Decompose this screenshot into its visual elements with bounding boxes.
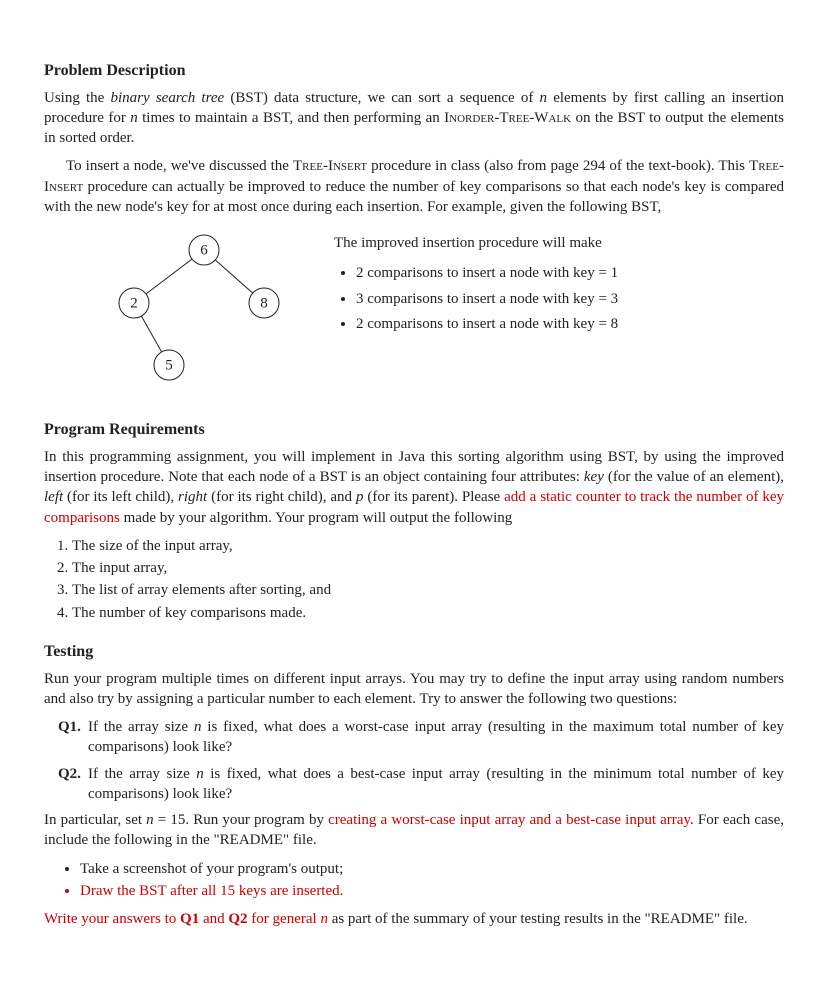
text: In particular, set — [44, 812, 146, 828]
var-n: n — [320, 911, 328, 927]
text: (for its left child), — [63, 489, 178, 505]
question-q1: Q1. If the array size n is fixed, what d… — [58, 717, 784, 758]
node-8-label: 8 — [260, 296, 268, 312]
testing-red-worst-best: creating a worst-case input array and a … — [328, 812, 690, 828]
testing-bullet-1: Take a screenshot of your program's outp… — [80, 859, 784, 879]
text: times to maintain a BST, and then perfor… — [138, 110, 444, 126]
ref-q2: Q2 — [228, 911, 247, 927]
bst-side-text: The improved insertion procedure will ma… — [324, 225, 784, 339]
bst-example-row: 6 2 8 5 The improved insertion procedure… — [44, 225, 784, 401]
q1-label: Q1. — [58, 717, 88, 737]
section-problem-description: Problem Description — [44, 60, 784, 82]
section-program-requirements: Program Requirements — [44, 419, 784, 441]
reqs-li-3: The list of array elements after sorting… — [72, 580, 784, 600]
testing-readme-list: Take a screenshot of your program's outp… — [80, 859, 784, 902]
reqs-output-list: The size of the input array, The input a… — [72, 536, 784, 623]
text: If the array size — [88, 719, 194, 735]
var-n: n — [196, 766, 204, 782]
q2-label: Q2. — [58, 764, 88, 784]
term-binary-search-tree: binary search tree — [111, 90, 225, 106]
testing-intro: Run your program multiple times on diffe… — [44, 669, 784, 710]
node-6-label: 6 — [200, 243, 208, 259]
bst-bullet-3: 2 comparisons to insert a node with key … — [356, 314, 784, 334]
attr-right: right — [178, 489, 207, 505]
text: To insert a node, we've discussed the — [66, 158, 293, 174]
text: for general — [248, 911, 321, 927]
section-testing: Testing — [44, 641, 784, 663]
text: Using the — [44, 90, 111, 106]
text: = 15. Run your program by — [154, 812, 328, 828]
desc-paragraph-2: To insert a node, we've discussed the Tr… — [44, 156, 784, 217]
text: (for its parent). Please — [363, 489, 504, 505]
reqs-paragraph: In this programming assignment, you will… — [44, 447, 784, 528]
attr-key: key — [584, 469, 604, 485]
reqs-li-4: The number of key comparisons made. — [72, 603, 784, 623]
bst-bullet-1: 2 comparisons to insert a node with key … — [356, 263, 784, 283]
text: If the array size — [88, 766, 196, 782]
proc-tree-insert: Tree-Insert — [293, 158, 367, 174]
reqs-li-1: The size of the input array, — [72, 536, 784, 556]
bst-bullet-2: 3 comparisons to insert a node with key … — [356, 289, 784, 309]
attr-left: left — [44, 489, 63, 505]
testing-bullet-2: Draw the BST after all 15 keys are inser… — [80, 881, 784, 901]
bst-side-intro: The improved insertion procedure will ma… — [334, 233, 784, 253]
var-n: n — [146, 812, 154, 828]
text: and — [199, 911, 228, 927]
text: Write your answers to — [44, 911, 180, 927]
question-q2: Q2. If the array size n is fixed, what d… — [58, 764, 784, 805]
text: as part of the summary of your testing r… — [328, 911, 748, 927]
text: made by your algorithm. Your program wil… — [120, 510, 512, 526]
text: (for its right child), and — [207, 489, 356, 505]
proc-inorder-tree-walk: Inorder-Tree-Walk — [444, 110, 571, 126]
testing-summary: Write your answers to Q1 and Q2 for gene… — [44, 909, 784, 929]
testing-n15: In particular, set n = 15. Run your prog… — [44, 810, 784, 851]
text: (BST) data structure, we can sort a sequ… — [224, 90, 539, 106]
text: procedure can actually be improved to re… — [44, 179, 784, 215]
text: procedure in class (also from page 294 o… — [367, 158, 749, 174]
ref-q1: Q1 — [180, 911, 199, 927]
bst-figure: 6 2 8 5 — [74, 225, 324, 401]
var-n: n — [540, 90, 548, 106]
node-5-label: 5 — [165, 358, 173, 374]
desc-paragraph-1: Using the binary search tree (BST) data … — [44, 88, 784, 149]
question-list: Q1. If the array size n is fixed, what d… — [58, 717, 784, 804]
text: (for the value of an element), — [604, 469, 784, 485]
reqs-li-2: The input array, — [72, 558, 784, 578]
node-2-label: 2 — [130, 296, 138, 312]
var-n: n — [130, 110, 138, 126]
